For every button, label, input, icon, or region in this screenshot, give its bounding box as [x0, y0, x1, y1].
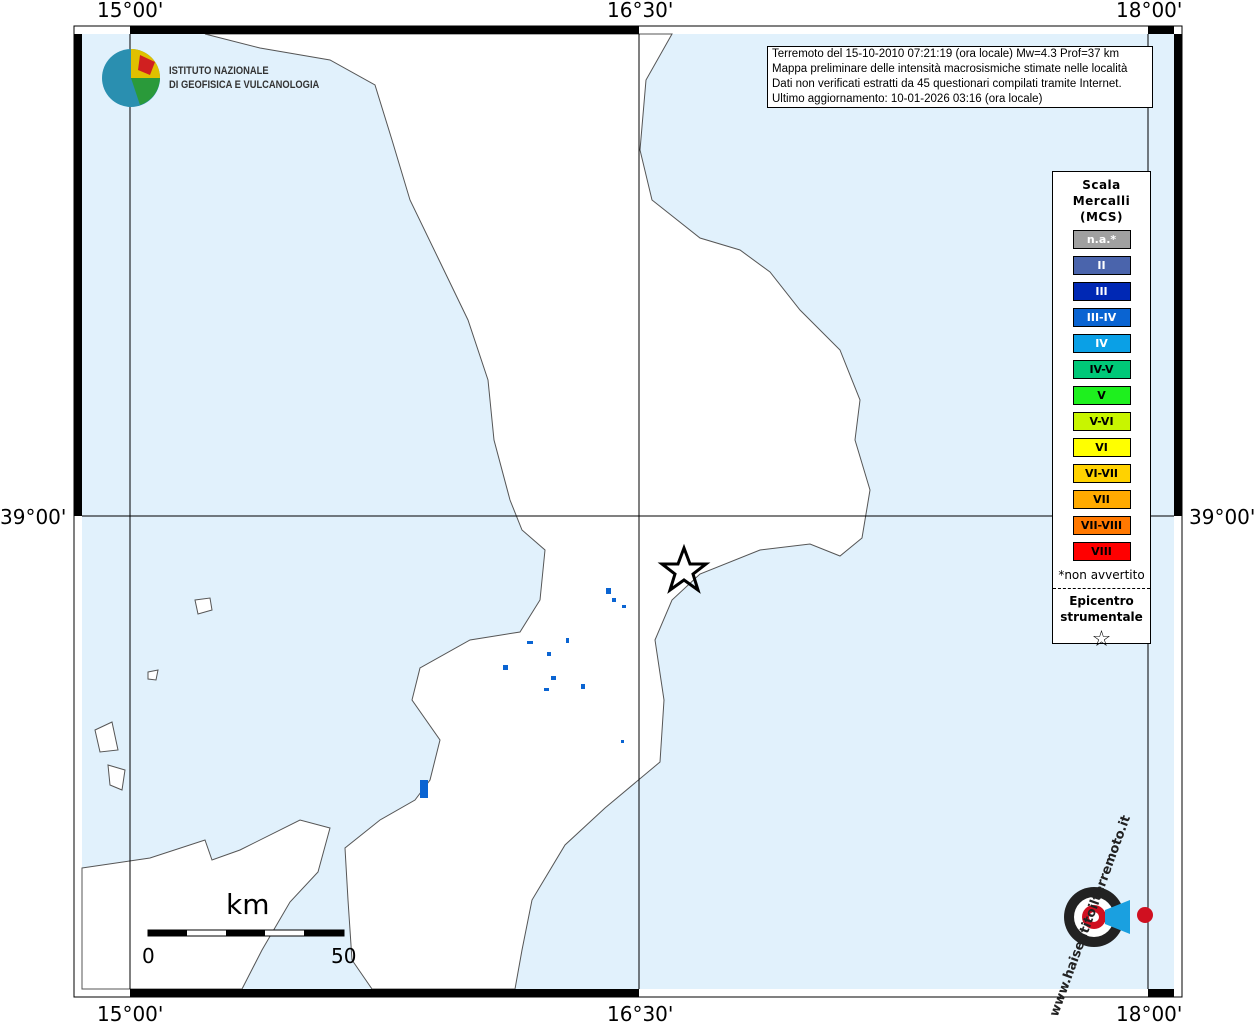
legend-item: V [1072, 386, 1131, 405]
lon-label-bottom: 18°00' [1116, 1002, 1183, 1026]
epicenter-label: Epicentro strumentale [1053, 593, 1150, 625]
legend-item: VII-VIII [1072, 516, 1131, 535]
scale-min: 0 [142, 944, 155, 968]
legend-divider [1053, 588, 1150, 589]
legend-item: VII [1072, 490, 1131, 509]
island [147, 669, 159, 681]
lon-label-bottom: 15°00' [97, 1002, 164, 1026]
lat-label-left: 39°00' [0, 505, 67, 529]
ingv-logo-icon [102, 49, 160, 107]
lon-label-top: 18°00' [1116, 0, 1183, 22]
legend-items: n.a.* II III III-IV IV IV-V V V-VI VI VI-VII VII VI… [1053, 230, 1150, 561]
epicenter-label-line: Epicentro [1069, 594, 1134, 608]
legend-item: VIII [1072, 542, 1131, 561]
legend-item: V-VI [1072, 412, 1131, 431]
legend-title: Scala Mercalli (MCS) [1053, 177, 1150, 225]
lon-label-top: 16°30' [607, 0, 674, 22]
legend-item: n.a.* [1072, 230, 1131, 249]
legend-title-line: (MCS) [1079, 210, 1124, 224]
mercalli-legend: Scala Mercalli (MCS) n.a.* II III III-IV IV I… [1052, 171, 1151, 652]
lon-label-bottom: 16°30' [607, 1002, 674, 1026]
info-line: Mappa preliminare delle intensità macros… [772, 63, 1128, 75]
event-info-box: Terremoto del 15-10-2010 07:21:19 (ora l… [767, 46, 1153, 108]
lon-label-top: 15°00' [97, 0, 164, 22]
legend-item: IV-V [1072, 360, 1131, 379]
legend-item: II [1072, 256, 1131, 275]
legend-title-line: Mercalli [1072, 194, 1131, 208]
legend-item: VI [1072, 438, 1131, 457]
legend-item: III [1072, 282, 1131, 301]
info-line: Dati non verificati estratti da 45 quest… [772, 78, 1122, 90]
scale-bar [147, 929, 345, 937]
legend-item: VI-VII [1072, 464, 1131, 483]
ingv-logo-text: ISTITUTO NAZIONALE DI GEOFISICA E VULCAN… [169, 64, 319, 92]
legend-title-line: Scala [1082, 178, 1121, 192]
epicenter-star-icon: ☆ [1091, 627, 1112, 652]
epicenter-label-line: strumentale [1060, 610, 1143, 624]
info-line: Terremoto del 15-10-2010 07:21:19 (ora l… [772, 48, 1120, 60]
logo-line: ISTITUTO NAZIONALE [169, 65, 269, 77]
legend-item: III-IV [1072, 308, 1131, 327]
lat-label-right: 39°00' [1189, 505, 1254, 529]
scale-unit: km [226, 888, 270, 921]
scale-max: 50 [331, 944, 357, 968]
legend-item: IV [1072, 334, 1131, 353]
legend-note: *non avvertito [1058, 568, 1145, 582]
info-line: Ultimo aggiornamento: 10-01-2026 03:16 (… [772, 93, 1043, 105]
logo-line: DI GEOFISICA E VULCANOLOGIA [169, 79, 320, 91]
